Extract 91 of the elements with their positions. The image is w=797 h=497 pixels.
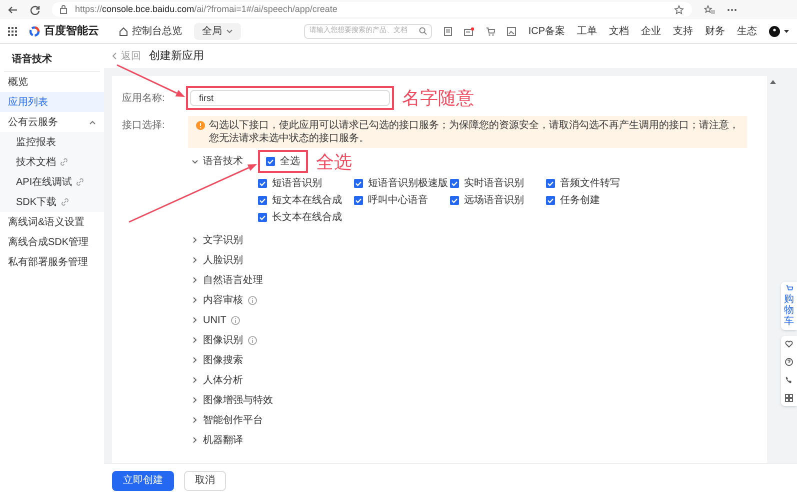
group-toggle[interactable]: UNIT <box>192 312 258 328</box>
more-icon[interactable] <box>727 8 737 12</box>
group-toggle[interactable]: 人体分析 <box>192 372 258 388</box>
apps-grid-icon[interactable] <box>8 26 17 36</box>
lock-icon <box>60 5 67 14</box>
message-icon[interactable] <box>464 26 474 36</box>
checkbox[interactable] <box>450 196 459 205</box>
search-icon[interactable] <box>419 27 428 35</box>
checkbox[interactable] <box>258 213 267 222</box>
create-button[interactable]: 立即创建 <box>112 470 174 490</box>
api-option[interactable]: 短文本在线合成 <box>258 194 354 207</box>
region-dropdown[interactable]: 全局 <box>194 22 241 40</box>
overview-link[interactable]: 控制台总览 <box>119 24 182 38</box>
sidebar-item[interactable]: 技术文档 <box>0 152 104 172</box>
api-option[interactable]: 长文本在线合成 <box>258 211 354 224</box>
sidebar-title: 语音技术 <box>4 48 100 72</box>
chevron-left-icon <box>112 52 117 60</box>
group-toggle[interactable]: 语音技术 <box>192 154 258 169</box>
api-option[interactable]: 任务创建 <box>546 194 642 207</box>
annotation-text: 名字随意 <box>402 87 474 109</box>
field-label: 接口选择: <box>122 118 166 133</box>
cart-button[interactable]: 购物车 <box>781 282 797 330</box>
group-toggle[interactable]: 图像增强与特效 <box>192 392 273 408</box>
checkbox[interactable] <box>546 196 555 205</box>
api-option[interactable]: 音频文件转写 <box>546 177 642 190</box>
logo-text[interactable]: 百度智能云 <box>44 22 99 40</box>
nav-link[interactable]: 文档 <box>609 24 629 38</box>
api-option[interactable]: 短语音识别极速版 <box>354 177 450 190</box>
checkbox[interactable] <box>450 179 459 188</box>
checkbox[interactable] <box>546 179 555 188</box>
nav-link[interactable]: 支持 <box>673 24 693 38</box>
nav-link[interactable]: 财务 <box>705 24 725 38</box>
image-icon[interactable] <box>507 26 516 36</box>
sidebar-item[interactable]: 应用列表 <box>0 92 104 112</box>
nav-link[interactable]: 工单 <box>577 24 597 38</box>
group-toggle[interactable]: 文字识别 <box>192 232 258 248</box>
grid-icon[interactable] <box>785 394 793 402</box>
group-toggle[interactable]: 机器翻译 <box>192 432 258 448</box>
star-icon[interactable] <box>674 4 684 14</box>
cart-icon <box>786 285 792 292</box>
api-option[interactable]: 呼叫中心语音 <box>354 194 450 207</box>
select-all-option[interactable]: 全选 <box>266 155 300 168</box>
annotation-text: 全选 <box>316 150 352 172</box>
name-input[interactable]: first <box>190 90 390 106</box>
group-toggle[interactable]: 内容审核 <box>192 292 258 308</box>
group-toggle[interactable]: 人脸识别 <box>192 252 258 268</box>
nav-link[interactable]: 企业 <box>641 24 661 38</box>
chevron-icon[interactable] <box>89 120 96 124</box>
field-label: 应用名称: <box>122 92 166 106</box>
help-icon[interactable] <box>785 358 793 366</box>
checkbox[interactable] <box>354 196 363 205</box>
document-icon[interactable] <box>444 26 452 36</box>
checkbox[interactable] <box>266 157 275 166</box>
address-bar[interactable]: https://console.bce.baidu.com/ai/?fromai=1#/ai/speech/app/create <box>52 2 692 17</box>
group-toggle[interactable]: 自然语言处理 <box>192 272 263 288</box>
chevron-down-icon <box>226 28 233 34</box>
cart-icon[interactable] <box>486 26 496 36</box>
api-option[interactable]: 实时语音识别 <box>450 177 546 190</box>
sidebar-item[interactable]: 公有云服务 <box>0 112 104 132</box>
api-option[interactable]: 短语音识别 <box>258 177 354 190</box>
nav-link[interactable]: 生态 <box>737 24 757 38</box>
sidebar-item[interactable]: 私有部署服务管理 <box>0 252 104 272</box>
page-title: 创建新应用 <box>149 48 204 64</box>
group-toggle[interactable]: 智能创作平台 <box>192 412 263 428</box>
caret-down-icon[interactable] <box>784 30 789 32</box>
sidebar-item[interactable]: 监控报表 <box>0 132 104 152</box>
sidebar-item[interactable]: 离线词&语义设置 <box>0 212 104 232</box>
favorites-icon[interactable] <box>704 4 715 14</box>
checkbox[interactable] <box>354 179 363 188</box>
back-icon[interactable] <box>8 4 18 14</box>
checkbox[interactable] <box>258 196 267 205</box>
home-icon <box>119 26 128 36</box>
sidebar-item[interactable]: API在线调试 <box>0 172 104 192</box>
notice-text: 勾选以下接口，使此应用可以请求已勾选的接口服务；为保障您的资源安全，请取消勾选不再产生调用的接口；请注意，您无法请求未选中状态的接口服务。 <box>209 119 739 145</box>
nav-link[interactable]: ICP备案 <box>528 24 565 38</box>
group-toggle[interactable]: 图像搜索 <box>192 352 258 368</box>
api-option[interactable]: 远场语音识别 <box>450 194 546 207</box>
checkbox[interactable] <box>258 179 267 188</box>
scroll-up-icon[interactable] <box>770 80 776 84</box>
sidebar-item[interactable]: 离线合成SDK管理 <box>0 232 104 252</box>
sidebar-item[interactable]: 概览 <box>0 72 104 92</box>
warning-icon <box>196 121 205 130</box>
url-text: https://console.bce.baidu.com/ai/?fromai=1#/ai/speech/app/create <box>75 2 338 16</box>
logo-icon[interactable] <box>29 26 40 36</box>
cancel-button[interactable]: 取消 <box>184 470 226 490</box>
group-toggle[interactable]: 图像识别 <box>192 332 258 348</box>
heart-icon[interactable] <box>785 340 793 348</box>
phone-icon[interactable] <box>785 376 793 384</box>
sidebar-item[interactable]: SDK下载 <box>0 192 104 212</box>
refresh-icon[interactable] <box>30 4 40 14</box>
avatar-icon[interactable] <box>769 26 780 36</box>
